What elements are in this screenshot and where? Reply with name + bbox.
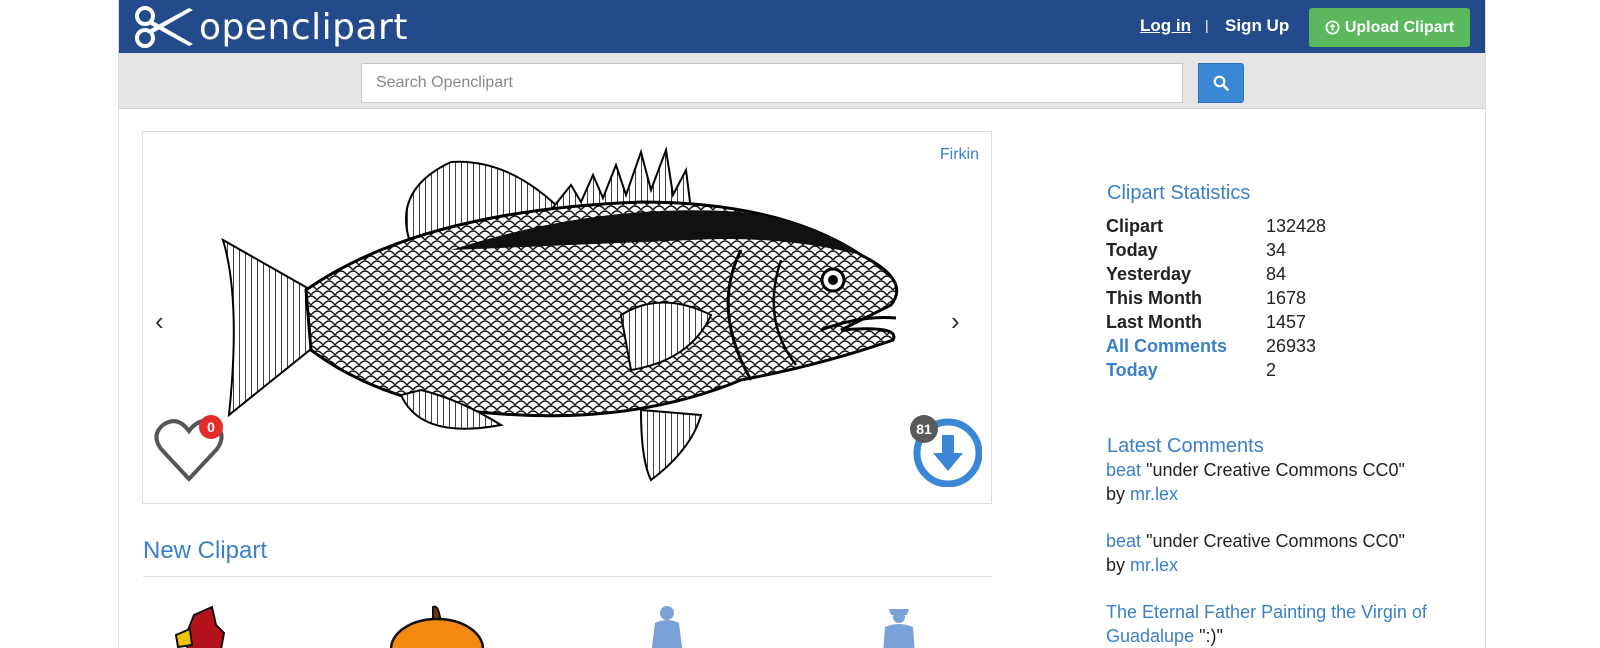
carousel-prev-arrow[interactable]: ‹ — [155, 308, 164, 334]
stat-row-this-month: This Month 1678 — [1106, 288, 1406, 312]
stat-row-clipart: Clipart 132428 — [1106, 216, 1406, 240]
clipart-statistics-heading: Clipart Statistics — [1107, 182, 1251, 204]
comment-clipart-title-link[interactable]: The Eternal Father Painting the Virgin o… — [1106, 602, 1427, 646]
stat-row-today: Today 34 — [1106, 240, 1406, 264]
stat-row-yesterday: Yesterday 84 — [1106, 264, 1406, 288]
clipart-thumbnail-silhouette-2[interactable] — [879, 605, 919, 648]
page-container: openclipart Log in | Sign Up Upload Clip… — [118, 0, 1486, 648]
comment-author-link[interactable]: beat — [1106, 460, 1141, 480]
stat-value: 1457 — [1266, 312, 1307, 332]
search-button[interactable] — [1198, 63, 1244, 103]
scissors-icon — [135, 6, 193, 48]
stat-value: 26933 — [1266, 336, 1317, 356]
clipart-thumbnail-pumpkin[interactable] — [389, 605, 485, 648]
stat-label: Today — [1106, 240, 1158, 260]
stat-row-last-month: Last Month 1457 — [1106, 312, 1406, 336]
comment-target-link[interactable]: mr.lex — [1130, 555, 1178, 575]
login-link[interactable]: Log in — [1140, 16, 1191, 36]
stat-row-all-comments: All Comments 26933 — [1106, 336, 1406, 360]
stat-label: This Month — [1106, 288, 1202, 308]
download-button[interactable]: 81 — [910, 415, 982, 487]
comment-author-link[interactable]: beat — [1106, 531, 1141, 551]
all-comments-link[interactable]: All Comments — [1106, 336, 1227, 357]
upload-circle-icon — [1325, 20, 1340, 35]
stat-label: Yesterday — [1106, 264, 1192, 284]
featured-fish-image[interactable] — [221, 140, 911, 495]
top-navbar: openclipart Log in | Sign Up Upload Clip… — [119, 0, 1485, 53]
stat-label: Last Month — [1106, 312, 1202, 332]
comment-by: by — [1106, 555, 1126, 575]
signup-link[interactable]: Sign Up — [1225, 16, 1289, 36]
download-count-badge: 81 — [910, 415, 938, 443]
section-divider — [143, 576, 992, 577]
comment-item: beat "under Creative Commons CC0" by mr.… — [1106, 458, 1436, 506]
featured-carousel: Firkin ‹ › 0 81 — [142, 131, 992, 504]
comment-item: beat "under Creative Commons CC0" by mr.… — [1106, 529, 1436, 577]
search-bar — [119, 53, 1485, 109]
latest-comments-heading: Latest Comments — [1107, 435, 1264, 457]
stat-row-comments-today: Today 2 — [1106, 360, 1406, 384]
upload-clipart-button[interactable]: Upload Clipart — [1309, 8, 1470, 47]
statistics-table: Clipart 132428 Today 34 Yesterday 84 Thi… — [1106, 216, 1406, 384]
stat-value: 34 — [1266, 240, 1287, 260]
comment-text: ":)" — [1199, 626, 1223, 646]
comment-by: by — [1106, 484, 1126, 504]
carousel-next-arrow[interactable]: › — [951, 308, 960, 334]
search-icon — [1213, 75, 1229, 91]
new-clipart-heading: New Clipart — [143, 537, 268, 564]
like-count-badge: 0 — [199, 415, 223, 439]
comments-today-link[interactable]: Today — [1106, 360, 1158, 381]
upload-label: Upload Clipart — [1344, 18, 1455, 36]
stat-value: 2 — [1266, 360, 1277, 380]
comment-text: "under Creative Commons CC0" — [1146, 531, 1405, 551]
stat-value: 132428 — [1266, 216, 1327, 236]
stat-label: Clipart — [1106, 216, 1164, 236]
site-logo[interactable]: openclipart — [133, 3, 408, 51]
search-input[interactable] — [361, 63, 1183, 103]
comment-item: The Eternal Father Painting the Virgin o… — [1106, 600, 1436, 648]
clipart-thumbnail-silhouette-1[interactable] — [647, 605, 687, 648]
comment-target-link[interactable]: mr.lex — [1130, 484, 1178, 504]
featured-author-link[interactable]: Firkin — [940, 146, 979, 164]
nav-separator: | — [1205, 17, 1209, 33]
clipart-thumbnail-mascot[interactable] — [164, 605, 236, 648]
stat-value: 1678 — [1266, 288, 1307, 308]
stat-value: 84 — [1266, 264, 1287, 284]
comment-text: "under Creative Commons CC0" — [1146, 460, 1405, 480]
logo-text: openclipart — [199, 6, 408, 48]
